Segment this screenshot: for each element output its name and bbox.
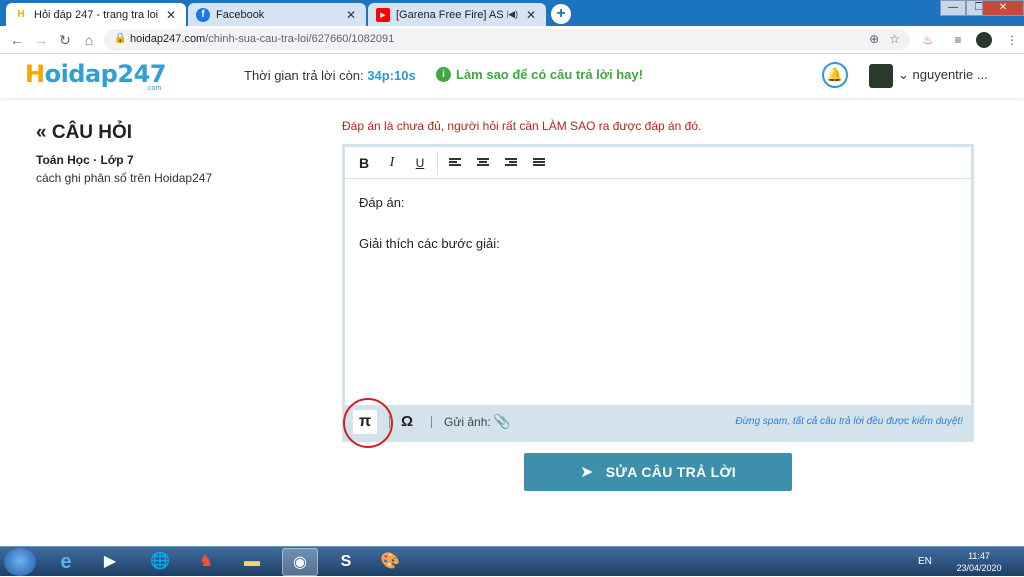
bold-button[interactable]: B — [355, 153, 373, 173]
tab-facebook[interactable]: f Facebook ✕ — [188, 3, 366, 26]
zoom-icon[interactable]: ⊕ ☆ — [869, 32, 900, 46]
user-menu[interactable]: ⌄ nguyentrie ... — [898, 67, 988, 83]
italic-button[interactable]: I — [383, 153, 401, 173]
align-justify-icon[interactable] — [533, 158, 545, 168]
editor-toolbar: B I U — [345, 147, 971, 179]
lock-icon: 🔒 — [114, 33, 127, 44]
tab-hoidap[interactable]: H Hỏi đáp 247 - trang tra loi ✕ — [6, 3, 186, 26]
special-char-button[interactable]: Ω — [401, 413, 413, 430]
forward-icon[interactable]: → — [32, 31, 50, 49]
chrome-icon[interactable]: ◉ — [282, 548, 318, 576]
editor-warning: Đáp án là chưa đủ, người hỏi rất cần LÀM… — [342, 119, 702, 133]
minimize-button[interactable]: — — [940, 0, 966, 16]
editor-bottom-bar: π Ω Gửi ảnh: 📎 Đừng spam, tất cả câu trả… — [345, 405, 971, 439]
submit-answer-button[interactable]: ➤ SỬA CÂU TRẢ LỜI — [524, 453, 792, 491]
hoidap-favicon-icon: H — [17, 9, 25, 20]
timer-value: 34p:10s — [367, 68, 416, 83]
tab-title: Facebook — [216, 8, 265, 21]
divider — [431, 416, 432, 428]
avatar[interactable] — [869, 64, 893, 88]
close-tab-icon[interactable]: ✕ — [164, 8, 178, 22]
address-bar: ← → ↻ ⌂ 🔒 hoidap247.com/chinh-sua-cau-tr… — [0, 26, 1024, 54]
start-button[interactable] — [4, 548, 36, 576]
align-left-icon[interactable] — [449, 158, 461, 168]
editor-content[interactable]: Đáp án: Giải thích các bước giải: — [359, 195, 500, 277]
close-tab-icon[interactable]: ✕ — [524, 8, 538, 22]
profile-avatar-icon[interactable] — [976, 32, 992, 48]
ie-icon[interactable]: e — [48, 548, 84, 576]
clock-time: 11:47 — [968, 551, 990, 561]
tab-strip: H Hỏi đáp 247 - trang tra loi ✕ f Facebo… — [0, 0, 1024, 26]
brave-icon[interactable]: ♞ — [188, 548, 224, 576]
media-player-icon[interactable]: ▶ — [92, 548, 128, 576]
url-text: hoidap247.com/chinh-sua-cau-tra-loi/6276… — [130, 33, 394, 45]
brave-extension-icon[interactable]: ♨ — [920, 32, 936, 48]
upload-label: Gửi ảnh: — [444, 415, 491, 429]
reload-icon[interactable]: ↻ — [56, 31, 74, 49]
timer: Thời gian trả lời còn: 34p:10s — [244, 68, 416, 83]
answer-line: Đáp án: — [359, 195, 405, 210]
submit-label: SỬA CÂU TRẢ LỜI — [605, 464, 736, 480]
question-subject: Toán Học · Lớp 7 — [36, 153, 134, 167]
tab-youtube[interactable]: ▶ [Garena Free Fire] AS Kéo Tâ ◀) ✕ — [368, 3, 546, 26]
paint-icon[interactable]: 🎨 — [372, 548, 408, 576]
language-indicator[interactable]: EN — [918, 556, 932, 567]
close-window-button[interactable]: ✕ — [982, 0, 1024, 16]
tab-title: [Garena Free Fire] AS Kéo Tâ — [396, 8, 508, 21]
hint-text: Làm sao để có câu trả lời hay! — [456, 67, 643, 82]
align-right-icon[interactable] — [505, 158, 517, 168]
star-icon[interactable]: ☆ — [889, 32, 900, 46]
close-tab-icon[interactable]: ✕ — [344, 8, 358, 22]
facebook-icon: f — [196, 7, 210, 22]
question-text: cách ghi phân số trên Hoidap247 — [36, 171, 213, 185]
youtube-icon: ▶ — [376, 7, 390, 22]
taskbar: e ▶ 🌐 ♞ ▬ ◉ S 🎨 EN 11:47 23/04/2020 — [0, 546, 1024, 576]
answer-hint-link[interactable]: i Làm sao để có câu trả lời hay! — [436, 67, 643, 82]
back-icon[interactable]: ← — [8, 31, 26, 49]
home-icon[interactable]: ⌂ — [80, 31, 98, 49]
chevron-down-icon: ⌄ — [898, 67, 909, 82]
logo-sub: .com — [146, 85, 162, 92]
url-field[interactable]: 🔒 hoidap247.com/chinh-sua-cau-tra-loi/62… — [104, 29, 910, 51]
speaker-icon[interactable]: ◀) — [508, 9, 518, 20]
logo[interactable]: Hoidap247 — [25, 60, 166, 88]
logo-text: oidap247 — [44, 60, 167, 88]
underline-button[interactable]: U — [411, 153, 429, 173]
bell-icon[interactable]: 🔔 — [822, 62, 848, 88]
new-tab-button[interactable]: + — [551, 4, 571, 24]
folder-icon[interactable]: ▬ — [234, 548, 270, 576]
tab-title: Hỏi đáp 247 - trang tra loi — [34, 8, 159, 21]
align-center-icon[interactable] — [477, 158, 489, 168]
highlight-circle — [343, 398, 393, 448]
back-to-question-link[interactable]: « CÂU HỎI — [36, 122, 132, 144]
spam-note: Đừng spam, tất cả câu trả lời đều được k… — [735, 416, 963, 427]
timer-label: Thời gian trả lời còn: — [244, 68, 364, 83]
info-icon: i — [436, 67, 451, 82]
explanation-line: Giải thích các bước giải: — [359, 236, 500, 251]
toolbar-divider — [437, 151, 438, 175]
answer-editor: B I U Đáp án: Giải thích các bước giải: … — [342, 144, 974, 442]
site-header: Hoidap247 .com Thời gian trả lời còn: 34… — [0, 54, 1024, 98]
skype-icon[interactable]: S — [328, 548, 364, 576]
network-icon[interactable]: 🌐 — [142, 548, 178, 576]
media-icon[interactable]: ≡ — [950, 32, 966, 48]
menu-icon[interactable]: ⋮ — [1004, 32, 1020, 48]
clock[interactable]: 11:47 23/04/2020 — [955, 550, 1003, 574]
clock-date: 23/04/2020 — [956, 563, 1002, 573]
url-path: /chinh-sua-cau-tra-loi/627660/1082091 — [205, 33, 395, 45]
logo-h: H — [25, 60, 45, 88]
paperclip-icon[interactable]: 📎 — [493, 413, 510, 430]
username: nguyentrie ... — [912, 67, 988, 82]
send-icon: ➤ — [580, 464, 594, 481]
url-host: hoidap247.com — [130, 33, 206, 45]
